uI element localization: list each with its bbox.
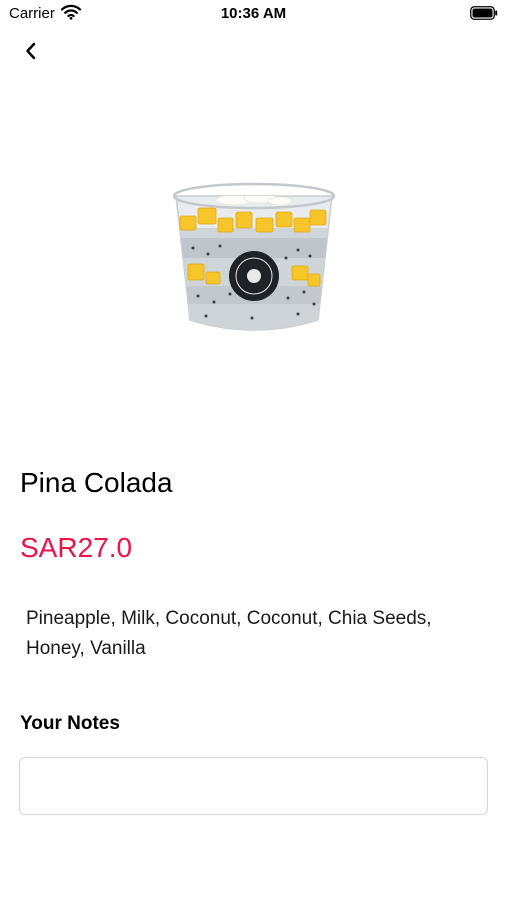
product-ingredients: Pineapple, Milk, Coconut, Coconut, Chia … [26, 608, 432, 659]
battery-icon [470, 6, 498, 25]
status-time: 10:36 AM [220, 5, 287, 22]
status-bar: Carrier 10:36 AM [0, 0, 507, 28]
product-price: SAR27.0 [20, 532, 133, 563]
product-image [148, 168, 360, 344]
notes-label: Your Notes [20, 713, 120, 734]
notes-input[interactable] [19, 757, 488, 815]
product-title: Pina Colada [20, 467, 173, 498]
chevron-left-icon [24, 42, 38, 65]
back-button[interactable] [18, 40, 44, 66]
